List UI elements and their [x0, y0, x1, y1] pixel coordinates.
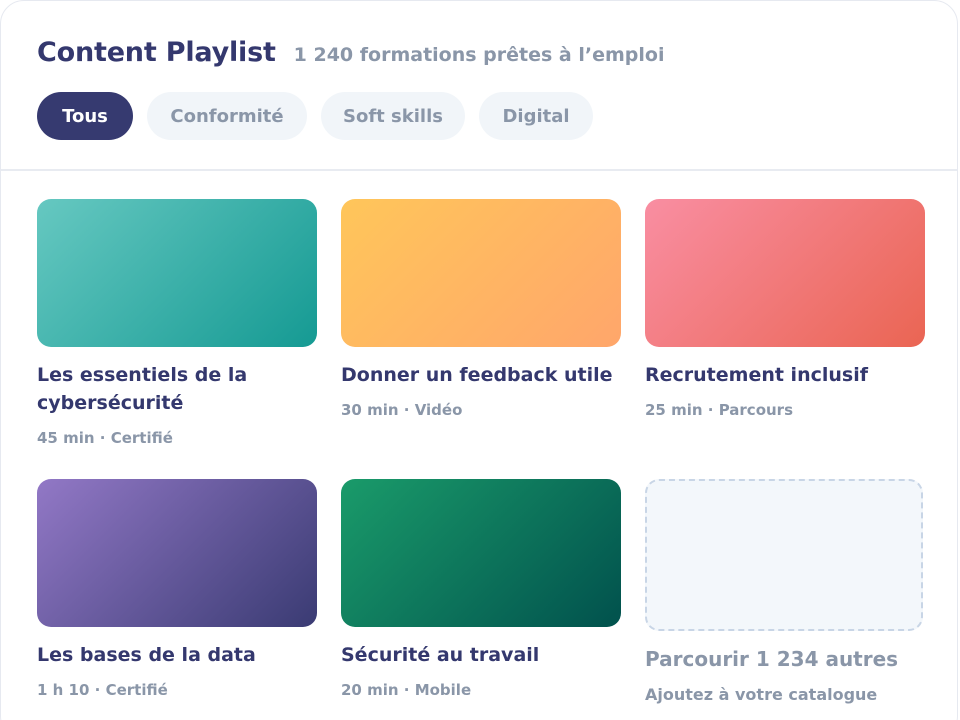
content-playlist-panel: Content Playlist 1 240 formations prêtes… — [0, 0, 958, 720]
course-title: Les bases de la data — [37, 644, 256, 666]
course-meta: 45 min · Certifié — [37, 429, 173, 447]
course-meta: 25 min · Parcours — [645, 401, 794, 419]
course-card-data[interactable]: Les bases de la data 1 h 10 · Certifié — [37, 479, 317, 699]
browse-subtitle: Ajoutez à votre catalogue — [645, 685, 878, 704]
course-title: Recrutement inclusif — [645, 364, 868, 386]
course-title-line: Les essentiels de la — [37, 364, 248, 386]
course-title-line: cybersécurité — [37, 392, 184, 414]
course-card-recrutement[interactable]: Recrutement inclusif 25 min · Parcours — [645, 199, 925, 419]
course-card-feedback[interactable]: Donner un feedback utile 30 min · Vidéo — [341, 199, 621, 419]
course-card-cybersecurite[interactable]: Les essentiels de la cybersécurité 45 mi… — [37, 199, 317, 447]
course-meta: 30 min · Vidéo — [341, 401, 463, 419]
course-title: Sécurité au travail — [341, 644, 540, 666]
course-thumbnail[interactable] — [341, 199, 621, 347]
course-title: Donner un feedback utile — [341, 364, 613, 386]
course-thumbnail[interactable] — [645, 199, 925, 347]
course-thumbnail[interactable] — [37, 479, 317, 627]
course-meta: 1 h 10 · Certifié — [37, 681, 168, 699]
course-thumbnail[interactable] — [341, 479, 621, 627]
course-thumbnail[interactable] — [37, 199, 317, 347]
course-grid: Les essentiels de la cybersécurité 45 mi… — [1, 1, 957, 720]
browse-title[interactable]: Parcourir 1 234 autres — [645, 647, 925, 671]
course-meta: 20 min · Mobile — [341, 681, 472, 699]
browse-placeholder[interactable] — [645, 479, 923, 631]
course-card-securite-travail[interactable]: Sécurité au travail 20 min · Mobile — [341, 479, 621, 699]
course-title: Les essentiels de la cybersécurité — [37, 361, 317, 417]
browse-more-card[interactable]: Parcourir 1 234 autres Ajoutez à votre c… — [645, 479, 925, 704]
